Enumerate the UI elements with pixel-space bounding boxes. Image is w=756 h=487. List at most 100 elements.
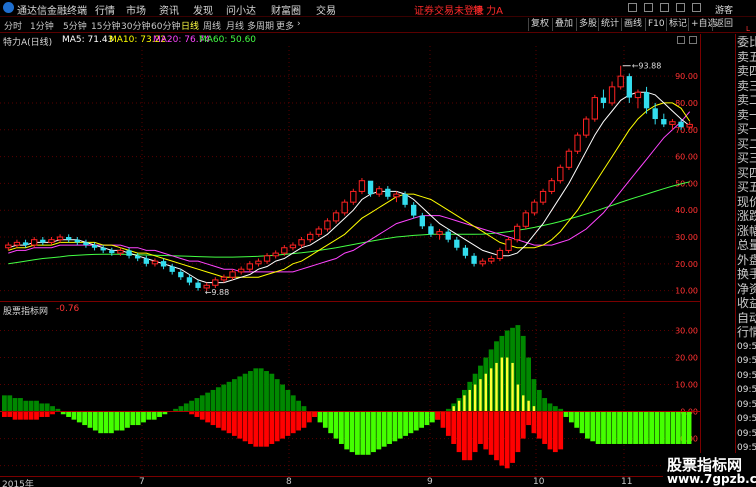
side-panel-item[interactable]: 09:52 — [737, 355, 756, 367]
indicator-bar-red — [520, 411, 526, 439]
period-multi[interactable]: 多周期 — [247, 19, 274, 32]
indicator-bar-red — [237, 411, 243, 439]
side-panel-item[interactable]: 收益 — [737, 297, 756, 309]
period-more[interactable]: 更多 — [276, 19, 294, 32]
ma5-label: MA5: 71.43 — [62, 35, 114, 45]
side-panel-item[interactable]: 买四 — [737, 167, 756, 179]
side-panel-item[interactable]: 行情 — [737, 326, 756, 338]
period-monthly[interactable]: 月线 — [226, 19, 244, 32]
tool-multi-stock[interactable]: 多股 — [576, 18, 599, 31]
candle-up — [341, 201, 348, 214]
side-panel-item[interactable]: 卖五 — [737, 51, 756, 63]
candlestick-chart[interactable]: 90.0080.0070.0060.0050.0040.0030.0020.00… — [0, 46, 700, 301]
user-icon[interactable] — [628, 3, 637, 12]
indicator-bar — [574, 411, 580, 428]
indicator-bar-red — [445, 411, 451, 436]
side-panel-item[interactable]: 卖二 — [737, 94, 756, 106]
indicator-bar-red — [194, 411, 200, 417]
tool-stats[interactable]: 统计 — [598, 18, 621, 31]
side-panel-item[interactable]: 自动 — [737, 312, 756, 324]
candle-up — [56, 236, 64, 241]
period-60min[interactable]: 60分钟 — [151, 19, 180, 32]
side-panel-item[interactable]: 涨跌 — [737, 210, 756, 222]
skin-icon[interactable] — [660, 3, 669, 12]
y-tick-label: 20.00 — [675, 354, 698, 363]
side-panel-item[interactable]: 换手 — [737, 268, 756, 280]
quote-side-panel[interactable]: 委比卖五卖四卖三卖二卖一买一买二买三买四买五现价涨跌涨幅总量外盘换手净资收益自动… — [736, 34, 756, 476]
y-tick-label: 60.00 — [675, 153, 698, 162]
minimize-icon[interactable] — [692, 3, 701, 12]
candle-down — [402, 194, 408, 205]
indicator-bar — [87, 411, 93, 428]
tool-adjust[interactable]: 复权 — [528, 18, 551, 31]
menu-item-discover[interactable]: 发现 — [193, 2, 213, 17]
side-panel-item[interactable]: 净资 — [737, 283, 756, 295]
candle-up — [31, 239, 38, 246]
side-panel-item[interactable]: 外盘 — [737, 254, 756, 266]
indicator-bar-inner — [457, 400, 461, 412]
side-panel-item[interactable]: 卖四 — [737, 65, 756, 77]
tool-overlay[interactable]: 叠加 — [552, 18, 575, 31]
indicator-bar — [301, 406, 307, 412]
period-15min[interactable]: 15分钟 — [91, 19, 120, 32]
period-timeshare[interactable]: 分时 — [4, 19, 22, 32]
candle-down — [83, 242, 89, 246]
side-panel-item[interactable]: 买二 — [737, 138, 756, 150]
side-panel-item[interactable]: 委比 — [737, 36, 756, 48]
side-panel-item[interactable]: 总量 — [737, 239, 756, 251]
menu-item-quotes[interactable]: 行情 — [95, 2, 115, 17]
period-daily[interactable]: 日线 — [181, 19, 199, 32]
guest-label[interactable]: 游客 — [715, 3, 733, 16]
menu-item-news[interactable]: 资讯 — [159, 2, 179, 17]
side-panel-item[interactable]: 09:53 — [737, 428, 756, 440]
side-panel-item[interactable]: 买三 — [737, 152, 756, 164]
menu-item-trade[interactable]: 交易 — [316, 2, 336, 17]
candle-down — [454, 239, 460, 248]
side-panel-item[interactable]: 09:52 — [737, 384, 756, 396]
indicator-bar-red — [536, 411, 542, 439]
candle-up — [686, 123, 693, 128]
indicator-bar — [408, 411, 414, 434]
period-weekly[interactable]: 周线 — [203, 19, 221, 32]
menu-bar: 通达信金融终端 行情 市场 资讯 发现 问小达 财富圈 交易 证券交易未登录 特… — [0, 0, 756, 17]
indicator-bar — [269, 373, 275, 412]
menu-item-market[interactable]: 市场 — [126, 2, 146, 17]
side-panel-item[interactable]: 买一 — [737, 123, 756, 135]
chevron-right-icon[interactable]: › — [297, 19, 301, 29]
indicator-bar — [665, 411, 671, 444]
pane-settings-icon[interactable] — [677, 36, 685, 44]
menu-item-ask[interactable]: 问小达 — [226, 2, 256, 17]
side-panel-item[interactable]: 涨幅 — [737, 225, 756, 237]
indicator-bar-red — [472, 411, 478, 453]
indicator-bar-red — [2, 411, 7, 417]
indicator-bar — [670, 411, 676, 444]
indicator-bar-red — [296, 411, 301, 431]
indicator-bar — [633, 411, 638, 444]
tool-f10[interactable]: F10 — [645, 18, 667, 31]
side-panel-item[interactable]: 卖一 — [737, 109, 756, 121]
side-panel-item[interactable]: 现价 — [737, 196, 756, 208]
settings-icon[interactable] — [676, 3, 685, 12]
period-30min[interactable]: 30分钟 — [121, 19, 150, 32]
indicator-bar-red — [258, 411, 264, 447]
candle-down — [462, 247, 469, 256]
indicator-bar-red — [215, 411, 221, 428]
side-panel-item[interactable]: 09:52 — [737, 399, 756, 411]
candle-up — [634, 91, 642, 99]
candle-up — [583, 118, 590, 136]
pane-close-icon[interactable] — [689, 36, 697, 44]
tool-draw[interactable]: 画线 — [621, 18, 644, 31]
period-1min[interactable]: 1分钟 — [30, 19, 54, 32]
side-panel-item[interactable]: 09:52 — [737, 370, 756, 382]
period-5min[interactable]: 5分钟 — [63, 19, 87, 32]
indicator-chart[interactable]: 30.0020.0010.000.00-10.00-20.00 — [0, 313, 700, 475]
menu-item-wealth[interactable]: 财富圈 — [271, 2, 301, 17]
candle-up — [272, 252, 279, 257]
side-panel-item[interactable]: 买五 — [737, 181, 756, 193]
message-icon[interactable] — [644, 3, 653, 12]
side-panel-item[interactable]: 卖三 — [737, 80, 756, 92]
tool-mark[interactable]: 标记 — [666, 18, 689, 31]
side-panel-item[interactable]: 09:51 — [737, 341, 756, 353]
tool-back[interactable]: 返回 — [712, 18, 735, 31]
side-panel-item[interactable]: 09:52 — [737, 413, 756, 425]
